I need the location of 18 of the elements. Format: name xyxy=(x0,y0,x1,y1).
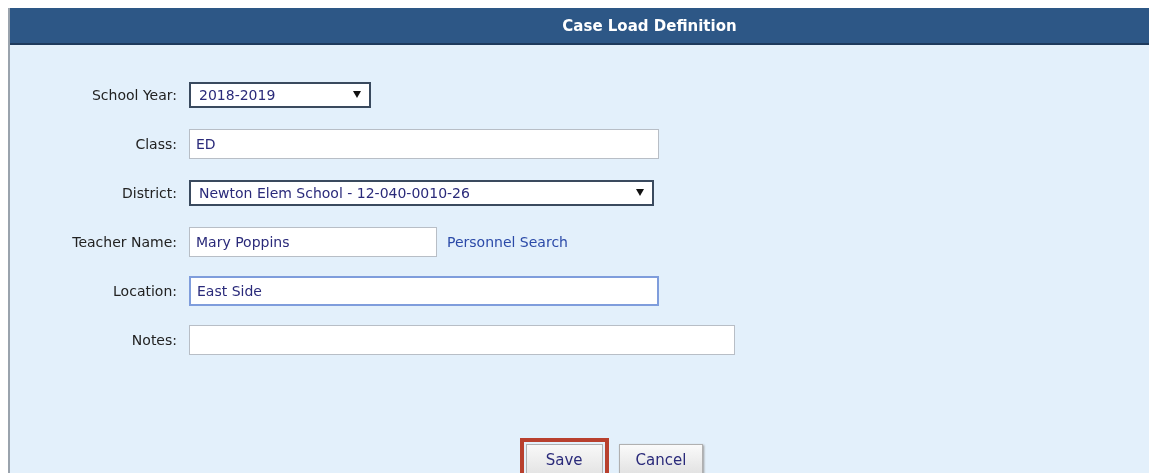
field-label: Class: xyxy=(134,135,177,152)
text-field[interactable]: Mary Poppins xyxy=(189,226,437,257)
form-button[interactable]: Save xyxy=(519,438,609,473)
text-field[interactable]: ED xyxy=(189,128,659,159)
field-label: District: xyxy=(121,184,177,201)
dropdown[interactable]: Newton Elem School - 12-040-0010-26 xyxy=(189,179,654,206)
caret-icon xyxy=(353,91,361,98)
dropdown[interactable]: 2018-2019 xyxy=(189,81,371,108)
form-button[interactable]: Cancel xyxy=(618,444,704,473)
text-field[interactable]: East Side xyxy=(189,275,659,306)
field-label: Teacher Name: xyxy=(71,233,177,250)
text-field[interactable] xyxy=(189,324,735,355)
caret-icon xyxy=(636,189,644,196)
field-label: Location: xyxy=(112,282,177,299)
field-label: Notes: xyxy=(130,331,177,348)
panel-title: Case Load Definition xyxy=(562,16,737,35)
personnel-search-link[interactable]: Personnel Search xyxy=(447,233,568,250)
field-label: School Year: xyxy=(90,86,177,103)
